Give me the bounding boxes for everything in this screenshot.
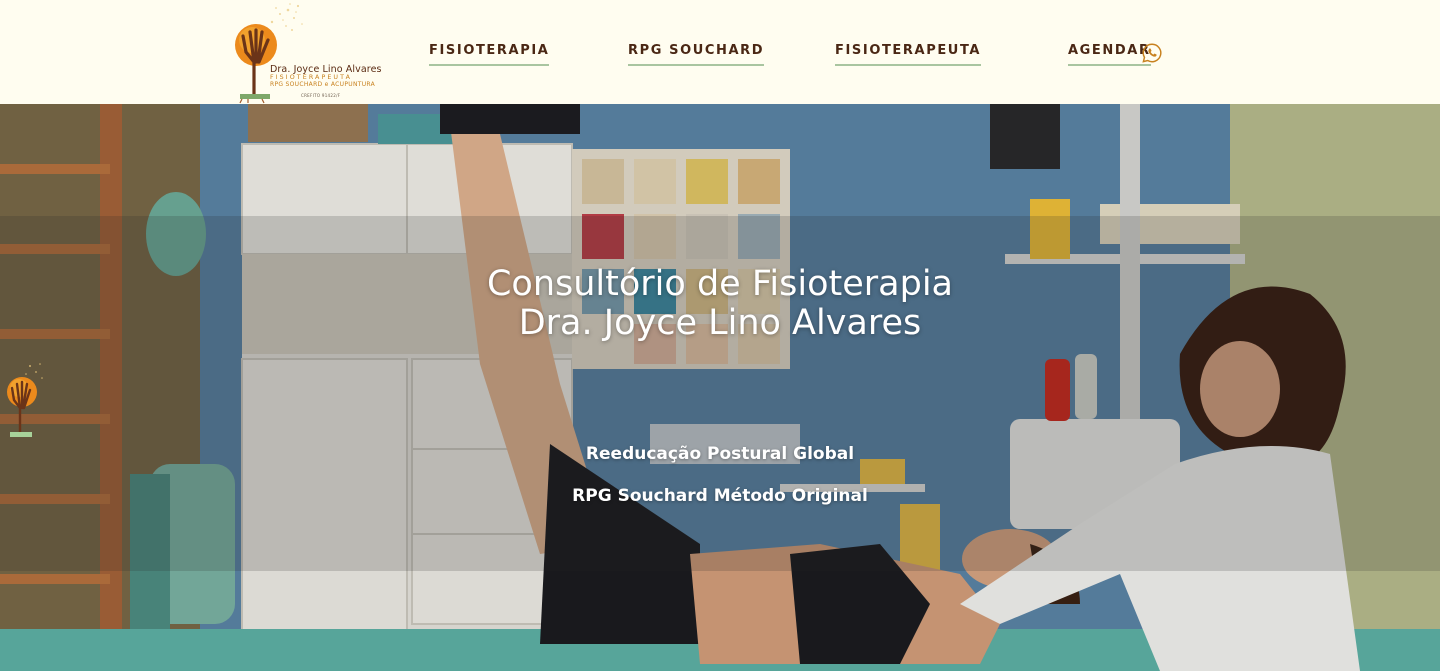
hero-title-line-2: Dra. Joyce Lino Alvares bbox=[518, 303, 922, 343]
logo-subtitle-text: RPG SOUCHARD e ACUPUNTURA bbox=[270, 81, 376, 88]
hero-section: Consultório de Fisioterapia Dra. Joyce L… bbox=[0, 104, 1440, 671]
logo-profession-text: FISIOTERAPEUTA bbox=[270, 74, 352, 81]
site-logo[interactable]: Dra. Joyce Lino Alvares FISIOTERAPEUTA R… bbox=[228, 0, 388, 104]
hero-subtitle-souchard: RPG Souchard Método Original bbox=[572, 486, 868, 506]
logo-registration-text: CREFITO 91422/F bbox=[301, 93, 341, 98]
whatsapp-icon[interactable] bbox=[1141, 42, 1163, 64]
nav-fisioterapeuta-link[interactable]: FISIOTERAPEUTA bbox=[835, 42, 982, 66]
hero-subtitle-rpg: Reeducação Postural Global bbox=[585, 444, 855, 464]
site-header: Dra. Joyce Lino Alvares FISIOTERAPEUTA R… bbox=[0, 0, 1440, 104]
nav-rpg-souchard-link[interactable]: RPG SOUCHARD bbox=[628, 42, 765, 66]
nav-fisioterapia-link[interactable]: FISIOTERAPIA bbox=[429, 42, 550, 66]
tree-hand-logo-icon bbox=[235, 3, 303, 104]
hero-title-line-1: Consultório de Fisioterapia bbox=[486, 264, 953, 304]
nav-agendar-link[interactable]: AGENDAR bbox=[1068, 42, 1151, 66]
floating-logo-icon[interactable] bbox=[2, 360, 46, 444]
hero-title: Consultório de Fisioterapia Dra. Joyce L… bbox=[0, 265, 1440, 343]
